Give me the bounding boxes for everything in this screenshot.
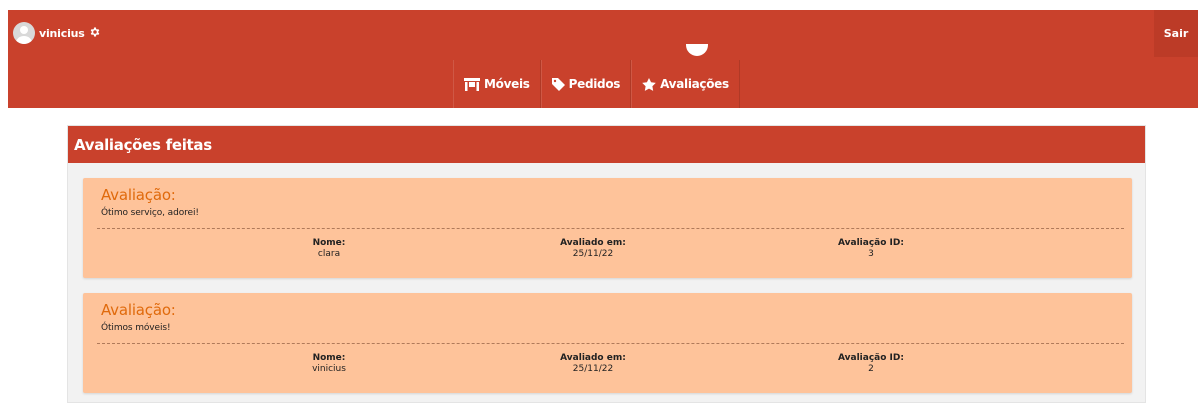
- nav-item-label: Móveis: [484, 77, 530, 91]
- star-icon: [642, 77, 656, 91]
- meta-label: Avaliação ID:: [838, 238, 904, 248]
- review-date: Avaliado em: 25/11/22: [513, 353, 673, 375]
- meta-value: clara: [317, 249, 341, 259]
- meta-label: Avaliado em:: [560, 353, 626, 363]
- review-name: Nome: vinicius: [249, 353, 409, 375]
- store-icon: [464, 77, 480, 91]
- review-date: Avaliado em: 25/11/22: [513, 238, 673, 260]
- gear-icon[interactable]: [89, 26, 101, 40]
- meta-label: Avaliação ID:: [838, 353, 904, 363]
- nav-item-pedidos[interactable]: Pedidos: [540, 60, 632, 108]
- meta-label: Nome:: [312, 353, 346, 363]
- divider: [97, 228, 1124, 229]
- main-nav: Móveis Pedidos Avaliações: [453, 60, 740, 108]
- review-card: Avaliação: Ótimos móveis! Nome: vinicius…: [83, 293, 1132, 393]
- review-card: Avaliação: Ótimo serviço, adorei! Nome: …: [83, 178, 1132, 278]
- username[interactable]: vinicius: [39, 27, 85, 40]
- meta-value: vinicius: [312, 364, 346, 374]
- panel-title: Avaliações feitas: [68, 126, 1145, 163]
- review-text: Ótimos móveis!: [101, 323, 171, 333]
- nav-item-avaliacoes[interactable]: Avaliações: [631, 60, 740, 108]
- avatar[interactable]: [13, 22, 35, 44]
- review-id: Avaliação ID: 2: [791, 353, 951, 375]
- meta-label: Avaliado em:: [560, 238, 626, 248]
- divider: [97, 343, 1124, 344]
- user-menu[interactable]: vinicius: [13, 22, 101, 44]
- logout-button[interactable]: Sair: [1154, 10, 1198, 57]
- meta-value: 3: [868, 249, 874, 259]
- review-text: Ótimo serviço, adorei!: [101, 208, 199, 218]
- review-heading: Avaliação:: [101, 186, 176, 204]
- meta-label: Nome:: [312, 238, 346, 248]
- review-id: Avaliação ID: 3: [791, 238, 951, 260]
- meta-value: 2: [868, 364, 874, 374]
- meta-value: 25/11/22: [572, 364, 614, 374]
- tag-icon: [551, 77, 565, 91]
- review-heading: Avaliação:: [101, 301, 176, 319]
- reviews-panel: Avaliações feitas Avaliação: Ótimo servi…: [67, 125, 1146, 403]
- review-name: Nome: clara: [249, 238, 409, 260]
- nav-item-label: Avaliações: [660, 77, 729, 91]
- meta-value: 25/11/22: [572, 249, 614, 259]
- nav-item-label: Pedidos: [568, 77, 621, 91]
- nav-item-moveis[interactable]: Móveis: [453, 60, 541, 108]
